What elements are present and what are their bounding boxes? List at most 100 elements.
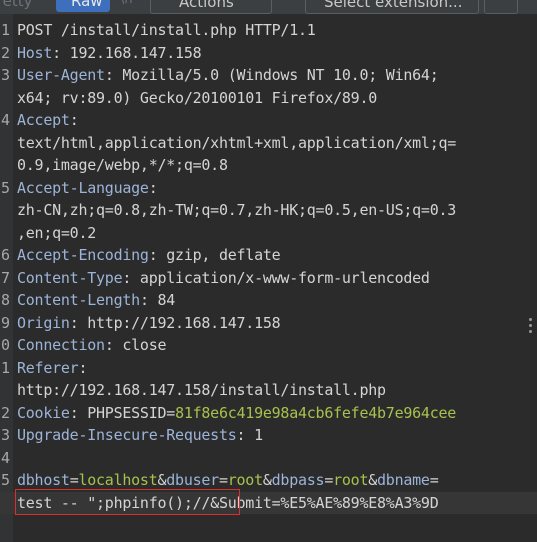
line-content: Accept-Encoding: gzip, deflate [17, 244, 281, 267]
header-colon: : [236, 426, 246, 444]
header-value: 84 [148, 291, 176, 309]
actions-label: Actions [179, 0, 234, 11]
request-line: x64; rv:89.0) Gecko/20100101 Firefox/89.… [0, 87, 537, 110]
param-name: dbname [377, 471, 430, 489]
param-value: localhost [78, 471, 158, 489]
request-line: 7 Content-Type: application/x-www-form-ur… [0, 267, 537, 290]
dot-icon [529, 324, 532, 327]
request-line: zh-CN,zh;q=0.8,zh-TW;q=0.7,zh-HK;q=0.5,e… [0, 199, 537, 222]
header-colon: : [148, 246, 158, 264]
request-line: 2 Host: 192.168.147.158 [0, 42, 537, 65]
request-line: 2 Cookie: PHPSESSID=81f8e6c419e98a4cb6fef… [0, 402, 537, 425]
dot-icon [529, 318, 532, 321]
header-name: Content-Length [17, 291, 140, 309]
header-colon: : [148, 178, 158, 197]
line-content: Host: 192.168.147.158 [17, 42, 202, 65]
line-number: 9 [0, 313, 10, 332]
line-content: Content-Length: 84 [17, 289, 175, 312]
header-value: 1 [245, 426, 263, 444]
param-equals: = [429, 471, 439, 489]
header-value: http://192.168.147.158 [78, 313, 281, 332]
line-number: 0 [0, 336, 10, 354]
header-colon: : [52, 43, 61, 62]
header-value: application/x-www-form-urlencoded [131, 268, 430, 287]
line-number: 5 [0, 178, 10, 197]
message-editor-toolbar: Pretty Raw \n Actions Select extension..… [0, 0, 537, 14]
header-name: Accept-Language [17, 178, 149, 197]
request-line: 1 Referer: [0, 357, 537, 380]
line-number: 8 [0, 291, 10, 309]
request-line: 5 Accept-Language: [0, 177, 537, 200]
cookie-value: 81f8e6c419e98a4cb6fefe4b7e964cee [175, 403, 457, 422]
request-line: 1 POST /install/install.php HTTP/1.1 [0, 19, 537, 42]
header-value: 192.168.147.158 [60, 43, 202, 62]
request-line: http://192.168.147.158/install/install.p… [0, 379, 537, 402]
header-value: Mozilla/5.0 (Windows NT 10.0; Win64; [113, 66, 439, 84]
line-content: User-Agent: Mozilla/5.0 (Windows NT 10.0… [17, 64, 439, 87]
line-number: 3 [0, 426, 10, 444]
tab-raw[interactable]: Raw [56, 0, 110, 12]
extension-select[interactable]: Select extension... [305, 0, 479, 14]
line-number: 1 [0, 358, 10, 377]
line-text-value: http://192.168.147.158/install/install.p… [17, 381, 386, 399]
line-number: 7 [0, 268, 10, 287]
request-line: text/html,application/xhtml+xml,applicat… [0, 132, 537, 155]
line-text-value: ,en;q=0.2 [17, 223, 97, 242]
header-name: Content-Type [17, 268, 123, 287]
line-content: Upgrade-Insecure-Requests: 1 [17, 424, 263, 447]
param-separator: & [262, 471, 272, 489]
tab-pretty[interactable]: Pretty [0, 0, 33, 10]
param-name: dbpass [271, 471, 325, 489]
request-line: 0 Connection: close [0, 334, 537, 357]
header-colon: : [78, 358, 88, 377]
line-number: 5 [0, 471, 10, 489]
line-content: Accept-Language: [17, 177, 158, 200]
header-value: PHPSESSID= [78, 403, 176, 422]
header-value: gzip, deflate [157, 246, 281, 264]
param-equals: = [218, 471, 228, 489]
line-number: 6 [0, 246, 10, 264]
line-text-value: 0.9,image/webp,*/*;q=0.8 [17, 156, 228, 174]
extension-dropdown-button[interactable] [484, 0, 518, 14]
request-line: 6 Accept-Encoding: gzip, deflate [0, 244, 537, 267]
header-colon: : [104, 66, 114, 84]
request-line: 3 Upgrade-Insecure-Requests: 1 [0, 424, 537, 447]
line-text-value: text/html,application/xhtml+xml,applicat… [17, 133, 457, 152]
line-content: http://192.168.147.158/install/install.p… [17, 379, 386, 402]
header-name: Accept-Encoding [17, 246, 149, 264]
highlight-box [15, 489, 240, 515]
header-colon: : [104, 336, 114, 354]
line-content: POST /install/install.php HTTP/1.1 [17, 19, 316, 42]
line-content: Cookie: PHPSESSID=81f8e6c419e98a4cb6fefe… [17, 402, 456, 425]
tab-newline-toggle[interactable]: \n [120, 0, 133, 7]
line-number: 3 [0, 66, 10, 84]
request-line: 3 User-Agent: Mozilla/5.0 (Windows NT 10.… [0, 64, 537, 87]
header-name: Upgrade-Insecure-Requests [17, 426, 237, 444]
param-value: root [227, 471, 263, 489]
param-separator: & [368, 471, 378, 489]
line-number: 1 [0, 21, 10, 39]
param-name: dbhost [17, 471, 70, 489]
actions-dropdown[interactable]: Actions [150, 0, 272, 14]
request-line: 4 Accept: [0, 109, 537, 132]
header-name: User-Agent [17, 66, 105, 84]
line-number: 4 [0, 448, 10, 467]
line-content: zh-CN,zh;q=0.8,zh-TW;q=0.7,zh-HK;q=0.5,e… [17, 199, 456, 222]
line-content: x64; rv:89.0) Gecko/20100101 Firefox/89.… [17, 87, 377, 110]
tab-raw-label: Raw [71, 0, 103, 10]
header-name: Accept [17, 111, 70, 129]
header-colon: : [139, 291, 149, 309]
line-content: Accept: [17, 109, 79, 132]
header-name: Origin [17, 313, 70, 332]
request-line: ,en;q=0.2 [0, 222, 537, 245]
line-content: Connection: close [17, 334, 167, 357]
header-name: Referer [17, 358, 79, 377]
param-value: root [333, 471, 369, 489]
extension-select-label: Select extension... [324, 0, 463, 11]
line-content: Content-Type: application/x-www-form-url… [17, 267, 430, 290]
line-number: 2 [0, 403, 10, 422]
splitter-handle[interactable] [529, 318, 533, 336]
request-line: 9 Origin: http://192.168.147.158 [0, 312, 537, 335]
line-number: 4 [0, 111, 10, 129]
request-editor[interactable]: 1 POST /install/install.php HTTP/1.1 2 Host… [0, 19, 537, 514]
